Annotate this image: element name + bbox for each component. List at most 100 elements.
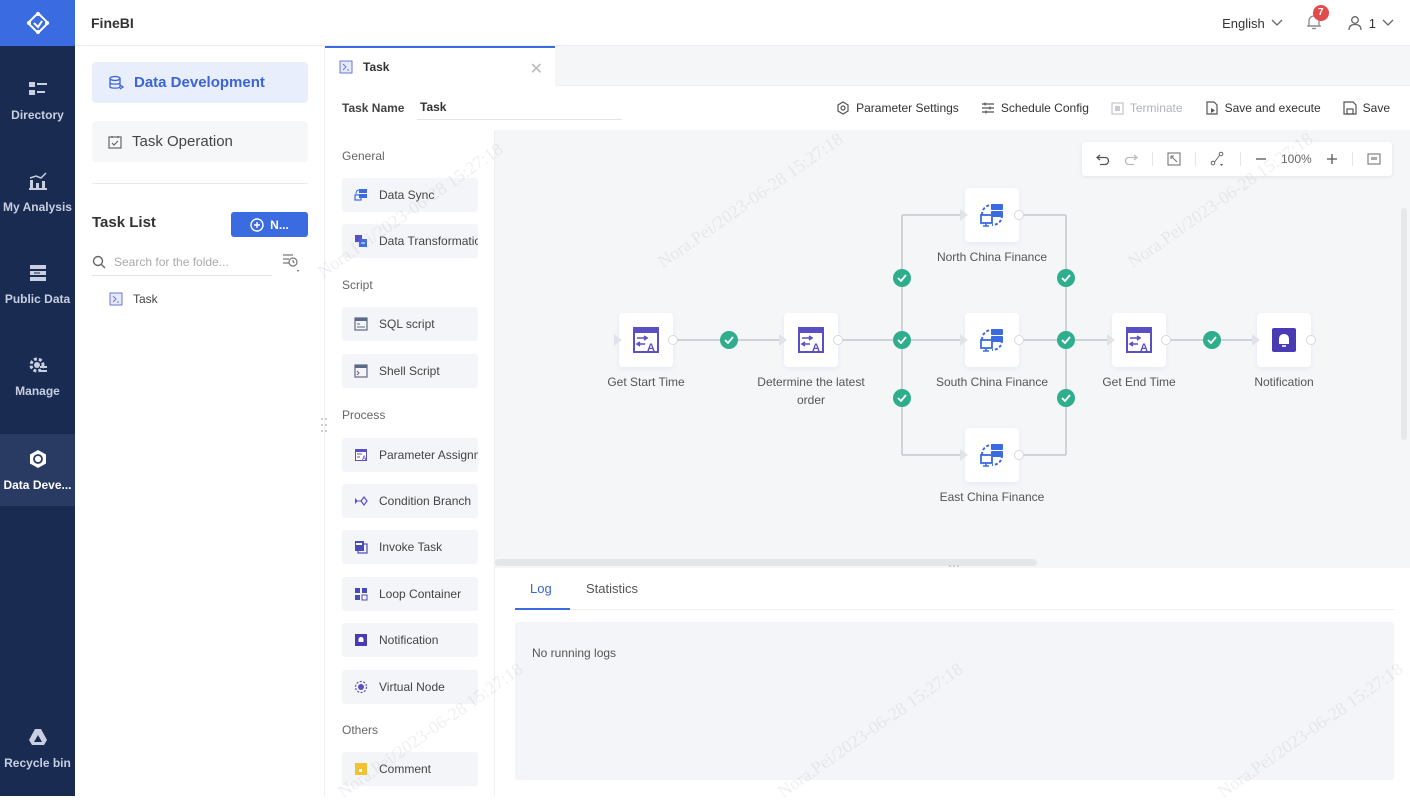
rail-item-label: Manage — [15, 384, 60, 398]
left-nav-rail: Directory My Analysis Public Data Manage… — [0, 0, 75, 796]
flow-canvas[interactable]: 100% AGet Start TimeADetermine the lates… — [495, 130, 1410, 568]
minus-icon — [1255, 153, 1267, 165]
input-port[interactable] — [1107, 334, 1115, 346]
output-port[interactable] — [1161, 335, 1171, 345]
input-port[interactable] — [960, 449, 968, 461]
palette-group-title: Others — [342, 723, 378, 737]
sliders-icon — [981, 101, 995, 115]
svg-text:A: A — [812, 342, 820, 354]
language-selector[interactable]: English — [1222, 16, 1283, 31]
search-input[interactable] — [114, 255, 264, 269]
output-port[interactable] — [1014, 210, 1024, 220]
flow-node-notification[interactable] — [1257, 313, 1311, 367]
palette-item-sql-script[interactable]: SQL script — [342, 307, 478, 341]
edge-style-icon — [1210, 151, 1226, 167]
parameter-settings-button[interactable]: Parameter Settings — [836, 101, 959, 115]
rail-item-manage[interactable]: Manage — [0, 340, 75, 412]
rail-item-label: Directory — [11, 108, 64, 122]
tab-task[interactable]: Task ✕ — [325, 46, 555, 86]
undo-button[interactable] — [1096, 152, 1110, 166]
edge-success-badge — [1057, 389, 1075, 407]
toolbar-separator — [1195, 152, 1196, 166]
input-port[interactable] — [1252, 334, 1260, 346]
task-file-icon — [339, 60, 353, 74]
rail-item-recycle-bin[interactable]: Recycle bin — [0, 712, 75, 784]
palette-item-data-sync[interactable]: Data Sync — [342, 178, 478, 212]
tab-statistics[interactable]: Statistics — [586, 581, 638, 596]
app-logo[interactable] — [0, 0, 75, 46]
palette-item-loop-container[interactable]: Loop Container — [342, 577, 478, 611]
input-port[interactable] — [614, 334, 622, 346]
palette-item-shell-script[interactable]: Shell Script — [342, 354, 478, 388]
new-task-button[interactable]: N... — [231, 212, 308, 237]
flow-node-get-end-time[interactable]: A — [1112, 313, 1166, 367]
flow-node-get-start-time[interactable]: A — [619, 313, 673, 367]
redo-button[interactable] — [1124, 152, 1138, 166]
flow-node-east-china-finance[interactable] — [965, 428, 1019, 482]
output-port[interactable] — [1014, 335, 1024, 345]
zoom-out-button[interactable] — [1255, 153, 1267, 165]
palette-item-virtual-node[interactable]: Virtual Node — [342, 670, 478, 704]
save-button[interactable]: Save — [1343, 101, 1390, 115]
palette-item-invoke-task[interactable]: Invoke Task — [342, 530, 478, 564]
notification-icon — [354, 633, 368, 647]
output-port[interactable] — [833, 335, 843, 345]
action-label: Save and execute — [1225, 101, 1321, 115]
edge-style-dropdown[interactable] — [1210, 151, 1226, 167]
fit-view-button[interactable] — [1167, 152, 1181, 166]
input-port[interactable] — [960, 209, 968, 221]
palette-item-data-transformation[interactable]: Data Transformation — [342, 224, 478, 258]
notifications-button[interactable]: 7 — [1305, 13, 1325, 33]
task-name-input[interactable] — [417, 94, 622, 120]
language-label: English — [1222, 16, 1265, 31]
panel-resize-handle[interactable] — [320, 416, 328, 434]
rail-item-data-development[interactable]: Data Deve... — [0, 434, 75, 506]
menu-data-development[interactable]: Data Development — [92, 62, 308, 103]
input-port[interactable] — [960, 334, 968, 346]
terminate-button[interactable]: Terminate — [1111, 101, 1183, 115]
tree-item-label: Task — [133, 292, 158, 306]
zoom-in-button[interactable] — [1326, 153, 1338, 165]
palette-item-comment[interactable]: Comment — [342, 752, 478, 786]
flow-node-south-china-finance[interactable] — [965, 313, 1019, 367]
rail-item-public-data[interactable]: Public Data — [0, 248, 75, 320]
menu-task-operation[interactable]: Task Operation — [92, 121, 308, 162]
filter-sort-button[interactable] — [281, 252, 301, 274]
canvas-toolbar: 100% — [1082, 142, 1392, 176]
flow-node-north-china-finance[interactable] — [965, 188, 1019, 242]
rail-item-directory[interactable]: Directory — [0, 64, 75, 136]
palette-item-notification[interactable]: Notification — [342, 623, 478, 657]
flow-node-label: Determine the latest order — [751, 373, 871, 409]
task-editor: Task ✕ Task Name Parameter Settings Sche… — [325, 46, 1410, 796]
data-transformation-icon — [354, 234, 368, 248]
svg-text:A: A — [647, 342, 655, 354]
palette-item-parameter-assignment[interactable]: A Parameter Assignment — [342, 438, 478, 472]
task-list-title: Task List — [92, 214, 156, 231]
save-and-execute-button[interactable]: Save and execute — [1205, 101, 1321, 115]
tree-item-task[interactable]: Task — [109, 292, 158, 306]
output-port[interactable] — [1014, 450, 1024, 460]
notification-badge: 7 — [1313, 5, 1329, 21]
output-port[interactable] — [668, 335, 678, 345]
stop-icon — [1111, 102, 1124, 115]
flow-node-label: Get End Time — [1069, 373, 1209, 391]
rail-item-my-analysis[interactable]: My Analysis — [0, 156, 75, 228]
canvas-vertical-scrollbar[interactable] — [1401, 208, 1407, 440]
minimap-button[interactable] — [1367, 153, 1381, 165]
tab-log[interactable]: Log — [530, 581, 552, 596]
close-tab-icon[interactable]: ✕ — [530, 59, 543, 79]
rail-item-label: Data Deve... — [3, 478, 71, 492]
palette-item-condition-branch[interactable]: Condition Branch — [342, 484, 478, 518]
invoke-task-icon — [354, 540, 368, 554]
input-port[interactable] — [779, 334, 787, 346]
sql-script-icon — [354, 317, 368, 331]
flow-node-determine-the-latest-order[interactable]: A — [784, 313, 838, 367]
palette-item-label: Virtual Node — [379, 680, 445, 694]
schedule-config-button[interactable]: Schedule Config — [981, 101, 1089, 115]
user-menu[interactable]: 1 — [1347, 15, 1394, 31]
palette-item-label: Notification — [379, 633, 438, 647]
recycle-bin-icon — [27, 726, 49, 748]
output-port[interactable] — [1306, 335, 1316, 345]
check-icon — [724, 336, 734, 344]
zoom-level: 100% — [1281, 152, 1312, 166]
